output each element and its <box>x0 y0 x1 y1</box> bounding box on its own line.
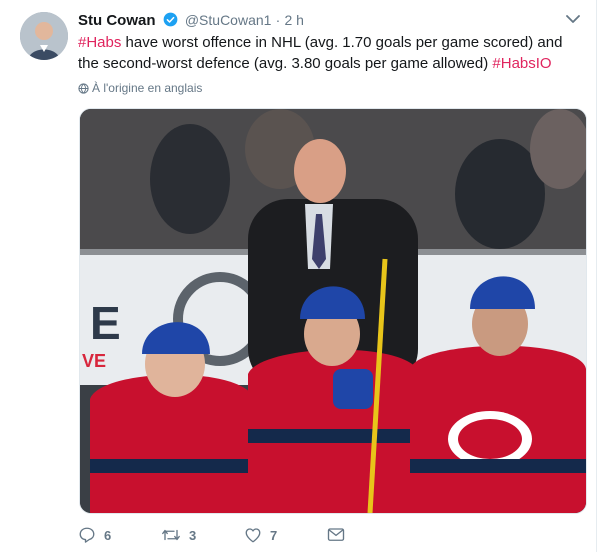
retweet-count: 3 <box>189 527 197 543</box>
reply-button[interactable]: 6 <box>78 526 161 544</box>
translation-label: À l'origine en anglais <box>92 81 203 95</box>
avatar[interactable] <box>20 12 68 60</box>
timestamp[interactable]: 2 h <box>284 12 303 28</box>
tweet-body-text: have worst offence in NHL (avg. 1.70 goa… <box>78 34 563 72</box>
author-name[interactable]: Stu Cowan <box>78 12 156 29</box>
author-handle[interactable]: @StuCowan1 <box>185 12 272 28</box>
globe-icon <box>78 83 89 94</box>
verified-badge-icon <box>163 12 178 27</box>
retweet-icon <box>162 529 180 541</box>
reply-icon <box>79 527 95 543</box>
separator-dot: · <box>275 12 281 28</box>
svg-text:E: E <box>90 297 121 349</box>
reply-count: 6 <box>104 527 112 543</box>
hockey-bench-photo: E VE <box>80 109 586 513</box>
retweet-button[interactable]: 3 <box>161 526 244 544</box>
tweet-text: #Habs have worst offence in NHL (avg. 1.… <box>78 32 573 74</box>
tweet-actions: 6 3 7 <box>78 526 410 544</box>
envelope-icon <box>327 528 345 541</box>
tweet-header: Stu Cowan @StuCowan1 · 2 h <box>78 10 304 31</box>
hashtag-habs[interactable]: #Habs <box>78 34 121 51</box>
like-button[interactable]: 7 <box>244 526 327 544</box>
heart-icon <box>245 528 261 543</box>
translation-note[interactable]: À l'origine en anglais <box>78 80 202 96</box>
direct-message-button[interactable] <box>327 527 410 543</box>
tweet-photo[interactable]: E VE <box>79 108 587 514</box>
svg-text:VE: VE <box>82 351 106 371</box>
tweet-card[interactable]: Stu Cowan @StuCowan1 · 2 h #Habs have wo… <box>0 0 597 552</box>
chevron-down-icon[interactable] <box>566 14 580 24</box>
like-count: 7 <box>270 527 278 543</box>
hashtag-habsio[interactable]: #HabsIO <box>492 55 551 72</box>
